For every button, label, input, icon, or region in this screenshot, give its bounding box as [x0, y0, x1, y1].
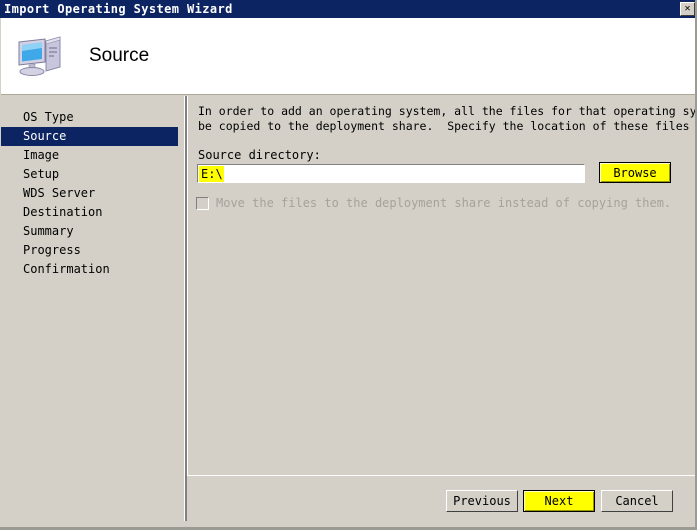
previous-button[interactable]: Previous [446, 490, 518, 512]
title-bar: Import Operating System Wizard ✕ [0, 0, 697, 18]
next-button[interactable]: Next [523, 490, 595, 512]
wizard-button-bar: Previous Next Cancel [187, 475, 695, 521]
move-files-checkbox[interactable] [196, 196, 209, 210]
window-title: Import Operating System Wizard [4, 2, 233, 16]
move-files-label: Move the files to the deployment share i… [216, 196, 672, 210]
sidebar-item-confirmation[interactable]: Confirmation [1, 260, 184, 279]
source-directory-value: E:\ [199, 165, 224, 182]
instruction-text: In order to add an operating system, all… [198, 104, 695, 134]
window-frame-left [0, 18, 1, 530]
sidebar-item-source[interactable]: Source [1, 127, 178, 146]
wizard-header: Source [1, 18, 695, 95]
source-directory-input[interactable]: E:\ [197, 164, 585, 183]
wizard-step-sidebar: OS Type Source Image Setup WDS Server De… [1, 96, 185, 521]
sidebar-item-setup[interactable]: Setup [1, 165, 184, 184]
source-directory-label: Source directory: [198, 148, 321, 162]
sidebar-item-image[interactable]: Image [1, 146, 184, 165]
instruction-line-2: be copied to the deployment share. Speci… [198, 119, 690, 133]
sidebar-item-progress[interactable]: Progress [1, 241, 184, 260]
sidebar-item-summary[interactable]: Summary [1, 222, 184, 241]
page-title: Source [89, 45, 150, 66]
cancel-button[interactable]: Cancel [601, 490, 673, 512]
step-list: OS Type Source Image Setup WDS Server De… [1, 96, 184, 279]
close-icon[interactable]: ✕ [680, 2, 695, 16]
computer-icon [15, 33, 67, 79]
wizard-body: OS Type Source Image Setup WDS Server De… [1, 96, 695, 521]
instruction-line-1: In order to add an operating system, all… [198, 104, 695, 118]
browse-button[interactable]: Browse [599, 162, 671, 183]
sidebar-item-os-type[interactable]: OS Type [1, 108, 184, 127]
main-content-panel: In order to add an operating system, all… [187, 96, 695, 475]
sidebar-item-destination[interactable]: Destination [1, 203, 184, 222]
move-files-checkbox-row[interactable]: Move the files to the deployment share i… [196, 196, 671, 210]
sidebar-item-wds-server[interactable]: WDS Server [1, 184, 184, 203]
wizard-window: Import Operating System Wizard ✕ Source … [0, 0, 697, 530]
